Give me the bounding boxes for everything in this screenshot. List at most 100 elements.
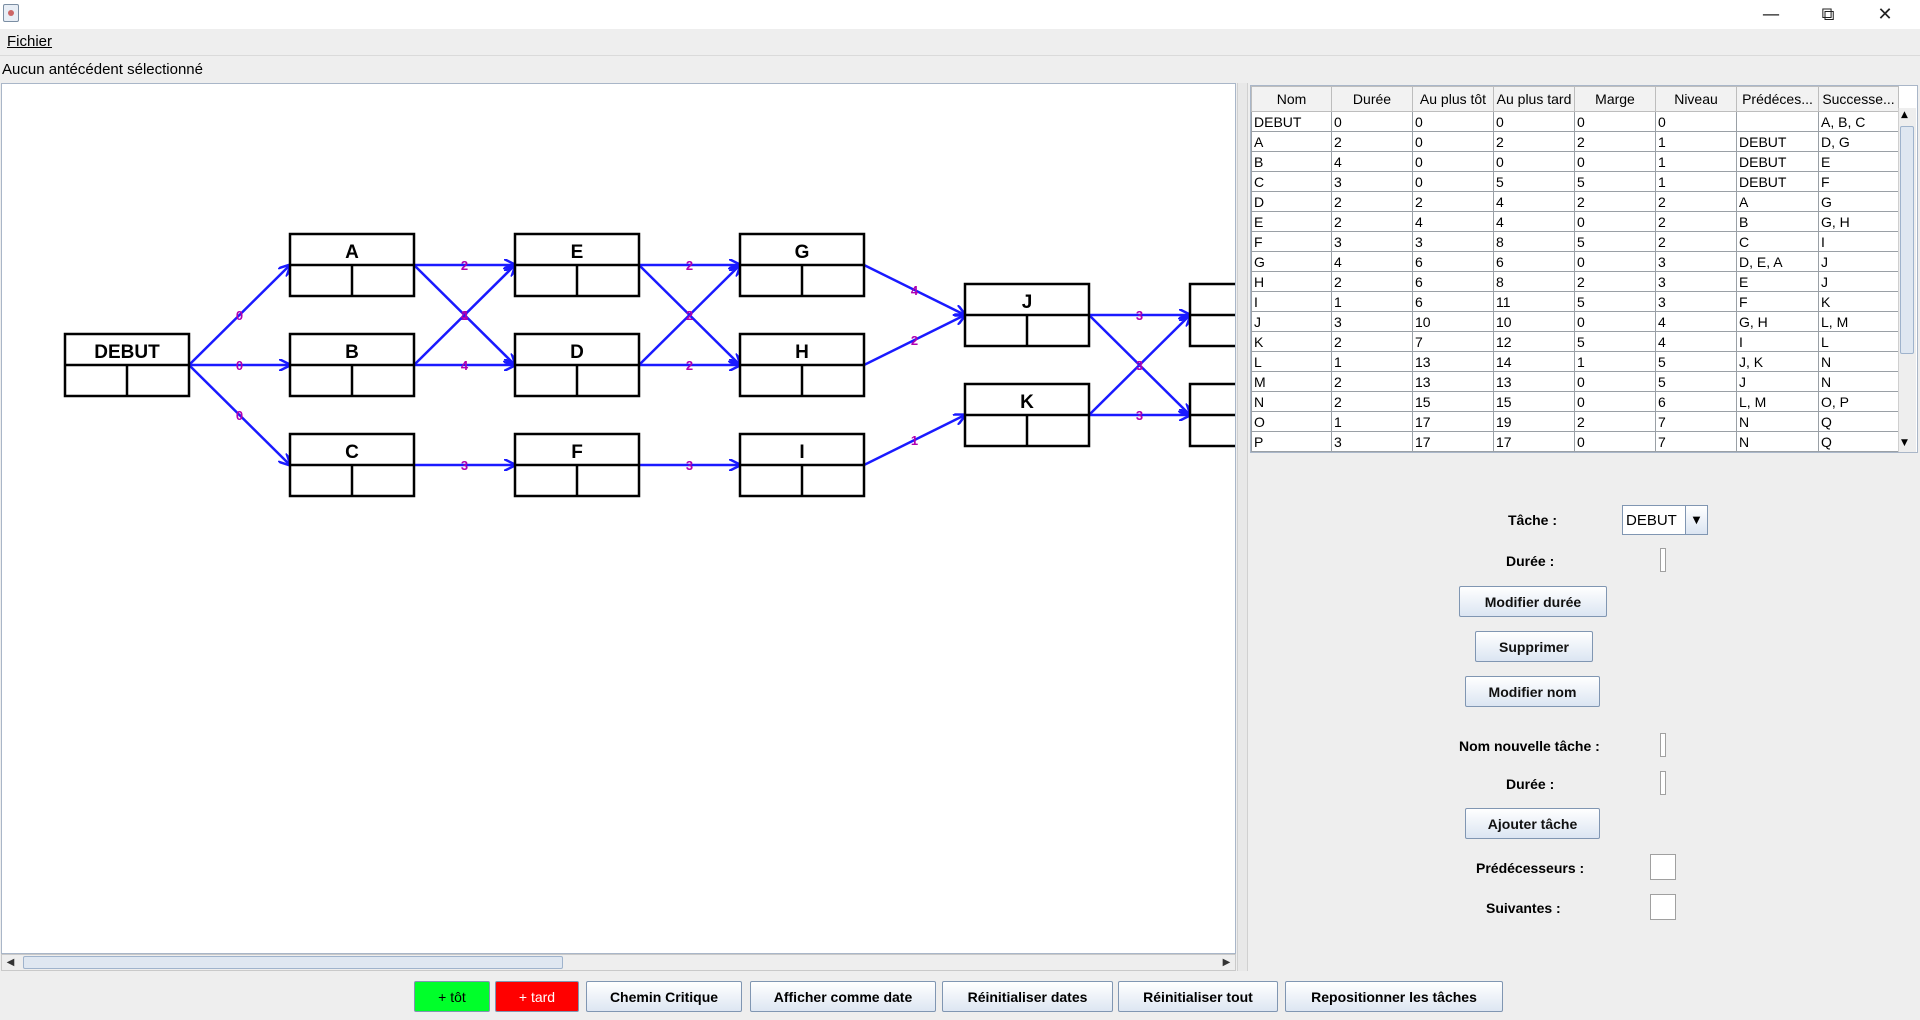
table-cell: 13 xyxy=(1493,371,1575,392)
column-header[interactable]: Durée xyxy=(1331,86,1413,112)
table-row[interactable]: C 3 0 5 5 1 DEBUT F xyxy=(1251,171,1899,192)
task-node[interactable]: E xyxy=(513,232,641,298)
table-row[interactable]: F33852CI xyxy=(1251,231,1899,252)
minimize-icon[interactable]: — xyxy=(1748,0,1794,29)
table-cell: 0 xyxy=(1574,151,1656,172)
table-cell: L, M xyxy=(1736,391,1819,412)
table-row[interactable]: B 4 0 0 0 1 DEBUT E xyxy=(1251,151,1899,172)
scroll-thumb[interactable] xyxy=(23,956,563,969)
scroll-up-icon[interactable]: ▲ xyxy=(1901,110,1908,120)
table-cell: 2 xyxy=(1574,411,1656,432)
predecesseurs-label: Prédécesseurs : xyxy=(1476,860,1585,876)
plus-tard-button[interactable]: + tard xyxy=(495,981,579,1012)
column-header[interactable]: Nom xyxy=(1251,86,1332,112)
task-node[interactable]: F xyxy=(513,432,641,498)
supprimer-button[interactable]: Supprimer xyxy=(1475,631,1593,662)
column-header[interactable]: Prédéces... xyxy=(1736,86,1819,112)
table-row[interactable]: A 2 0 2 2 1 DEBUT D, G xyxy=(1251,131,1899,152)
task-node[interactable]: G xyxy=(738,232,866,298)
edge-duration-label: 0 xyxy=(236,308,243,323)
table-row[interactable]: P 3 17 17 0 7 N Q xyxy=(1251,431,1899,452)
modifier-duree-button[interactable]: Modifier durée xyxy=(1459,586,1607,617)
table-cell: 14 xyxy=(1493,351,1575,372)
vertical-scrollbar[interactable]: ▲ ▼ xyxy=(1898,108,1916,452)
table-row[interactable]: N 2 15 15 0 6 L, M O, P xyxy=(1251,391,1899,412)
task-node[interactable]: I xyxy=(738,432,866,498)
task-node[interactable]: C xyxy=(288,432,416,498)
task-node[interactable]: J xyxy=(963,282,1091,348)
ajouter-tache-button[interactable]: Ajouter tâche xyxy=(1465,808,1600,839)
pert-graph-canvas[interactable]: 00022443222234213333DEBUTABCEDFGHIJK xyxy=(1,83,1236,954)
table-row[interactable]: H26823EJ xyxy=(1251,271,1899,292)
scroll-right-icon[interactable]: ▶ xyxy=(1218,955,1235,970)
table-cell: B xyxy=(1736,211,1819,232)
reinitialiser-dates-button[interactable]: Réinitialiser dates xyxy=(942,981,1113,1012)
task-node[interactable] xyxy=(1188,382,1236,448)
table-cell: 5 xyxy=(1574,231,1656,252)
table-cell: 15 xyxy=(1412,391,1494,412)
close-icon[interactable]: ✕ xyxy=(1862,0,1908,29)
nom-nouvelle-tache-input[interactable] xyxy=(1660,733,1666,757)
reinitialiser-tout-button[interactable]: Réinitialiser tout xyxy=(1118,981,1278,1012)
column-header[interactable]: Au plus tard xyxy=(1493,86,1575,112)
table-cell: 5 xyxy=(1655,371,1737,392)
column-header[interactable]: Au plus tôt xyxy=(1412,86,1494,112)
column-header[interactable]: Successe... xyxy=(1818,86,1899,112)
afficher-comme-date-button[interactable]: Afficher comme date xyxy=(750,981,936,1012)
task-node-label: C xyxy=(345,442,359,463)
task-node[interactable]: H xyxy=(738,332,866,398)
table-cell: K xyxy=(1818,291,1899,312)
predecesseurs-list[interactable] xyxy=(1650,854,1676,880)
task-node[interactable]: DEBUT xyxy=(63,332,191,398)
table-cell: A xyxy=(1251,131,1332,152)
table-row[interactable]: L 1 13 14 1 5 J, KN xyxy=(1251,351,1899,372)
column-header[interactable]: Niveau xyxy=(1655,86,1737,112)
table-cell: 0 xyxy=(1574,311,1656,332)
chemin-critique-button[interactable]: Chemin Critique xyxy=(586,981,742,1012)
table-cell: D, E, A xyxy=(1736,251,1819,272)
task-node[interactable]: D xyxy=(513,332,641,398)
task-node[interactable]: B xyxy=(288,332,416,398)
horizontal-scrollbar[interactable]: ◀ ▶ xyxy=(1,954,1236,971)
table-row[interactable]: DEBUT 0 0 0 0 0 A, B, C xyxy=(1251,111,1899,132)
chevron-down-icon[interactable]: ▼ xyxy=(1685,506,1707,534)
split-pane-divider[interactable] xyxy=(1237,83,1248,971)
table-cell: 2 xyxy=(1574,131,1656,152)
table-row[interactable]: E 2 4 4 0 2 B G, H xyxy=(1251,211,1899,232)
table-cell: 4 xyxy=(1493,191,1575,212)
table-cell: J xyxy=(1251,311,1332,332)
table-cell: 2 xyxy=(1574,191,1656,212)
table-cell: 4 xyxy=(1493,211,1575,232)
restore-icon[interactable]: ⧉ xyxy=(1805,0,1851,29)
table-row[interactable]: M 2 13 13 0 5 J N xyxy=(1251,371,1899,392)
menu-fichier[interactable]: Fichier xyxy=(7,33,52,50)
scroll-thumb[interactable] xyxy=(1900,126,1914,354)
column-header[interactable]: Marge xyxy=(1574,86,1656,112)
table-row[interactable]: J 3 10 10 0 4 G, H L, M xyxy=(1251,311,1899,332)
table-row[interactable]: K 2 7 12 5 4 I L xyxy=(1251,331,1899,352)
task-node[interactable]: K xyxy=(963,382,1091,448)
suivantes-list[interactable] xyxy=(1650,894,1676,920)
duree-input[interactable] xyxy=(1660,548,1666,572)
duree-nouvelle-input[interactable] xyxy=(1660,771,1666,795)
table-row[interactable]: G 4 6 6 0 3 D, E, AJ xyxy=(1251,251,1899,272)
task-node[interactable]: A xyxy=(288,232,416,298)
task-node-label: E xyxy=(571,242,584,263)
table-row[interactable]: D22422AG xyxy=(1251,191,1899,212)
table-cell: F xyxy=(1251,231,1332,252)
table-cell: 5 xyxy=(1574,171,1656,192)
plus-tot-button[interactable]: + tôt xyxy=(414,981,490,1012)
scroll-down-icon[interactable]: ▼ xyxy=(1901,438,1908,448)
table-cell: N xyxy=(1736,411,1819,432)
table-cell: 8 xyxy=(1493,231,1575,252)
task-node[interactable] xyxy=(1188,282,1236,348)
task-node-label: DEBUT xyxy=(94,342,160,363)
modifier-nom-button[interactable]: Modifier nom xyxy=(1465,676,1600,707)
table-row[interactable]: O 1 17 19 2 7 N Q xyxy=(1251,411,1899,432)
edge-duration-label: 2 xyxy=(686,358,693,373)
scroll-left-icon[interactable]: ◀ xyxy=(2,955,19,970)
tache-select[interactable]: DEBUT ▼ xyxy=(1622,505,1708,535)
table-cell: DEBUT xyxy=(1251,111,1332,132)
table-row[interactable]: I 1 6 11 5 3 F K xyxy=(1251,291,1899,312)
repositionner-taches-button[interactable]: Repositionner les tâches xyxy=(1285,981,1503,1012)
